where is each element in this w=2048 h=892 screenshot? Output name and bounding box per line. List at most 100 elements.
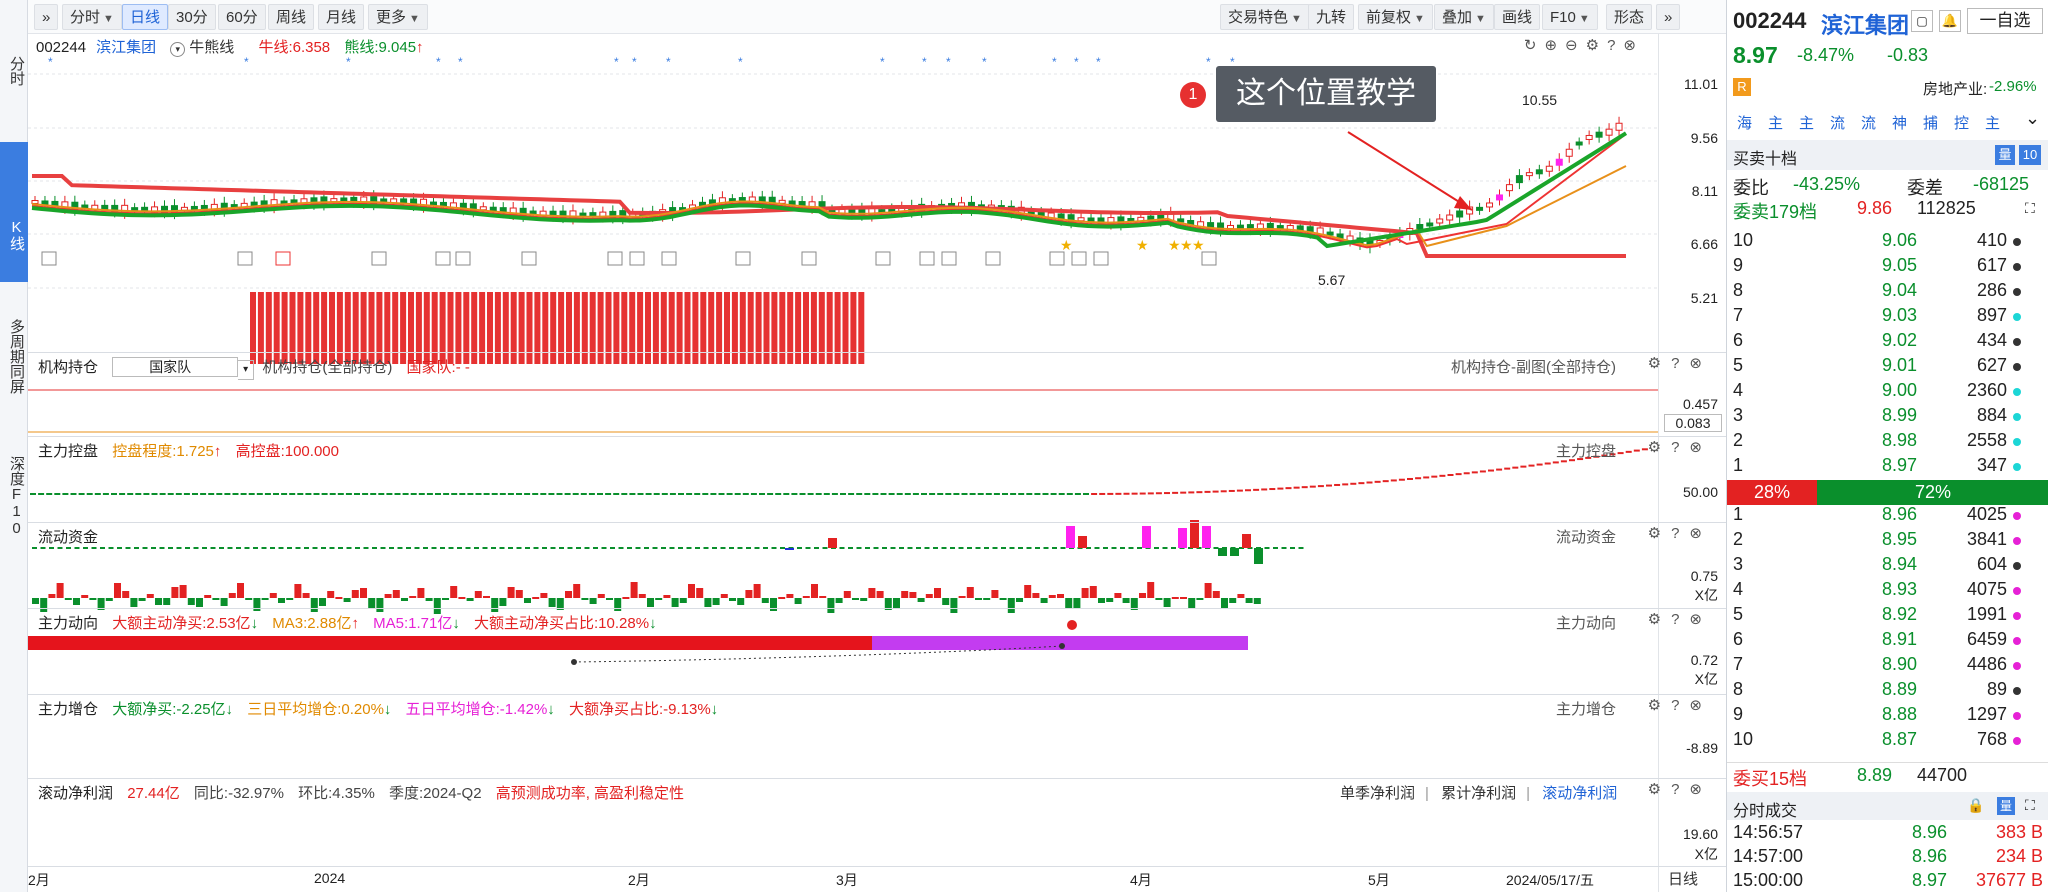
feature-tag[interactable]: 主	[1985, 112, 2000, 133]
star-icon: ★	[1180, 237, 1193, 253]
expand-icon[interactable]: ⛶	[2025, 200, 2035, 217]
bid-level-row[interactable]: 7 8.90 4486	[1727, 654, 2048, 679]
gear-icon[interactable]: ⚙	[1648, 439, 1671, 456]
ask-level-row[interactable]: 5 9.01 627	[1727, 355, 2048, 380]
help-icon[interactable]: ?	[1671, 781, 1689, 798]
close-icon[interactable]: ⊗	[1689, 355, 1712, 372]
gear-icon[interactable]: ⚙	[1648, 355, 1671, 372]
bell-icon[interactable]: 🔔	[1939, 10, 1961, 32]
refresh-icon[interactable]: ↻	[1524, 37, 1545, 54]
plus-icon[interactable]: ⊕	[1544, 37, 1565, 54]
gear-icon[interactable]: ⚙	[1648, 611, 1671, 628]
ask-level-row[interactable]: 3 8.99 884	[1727, 405, 2048, 430]
chevron-down-icon[interactable]: ▾	[238, 360, 255, 380]
bid-level-row[interactable]: 3 8.94 604	[1727, 554, 2048, 579]
close-icon[interactable]: ⊗	[1689, 781, 1712, 798]
increase-bar	[958, 596, 966, 598]
feature-tag[interactable]: 主	[1768, 112, 1783, 133]
bid-level-row[interactable]: 9 8.88 1297	[1727, 704, 2048, 729]
increase-bar	[606, 598, 613, 600]
toolbar-right-button-6[interactable]: 形态	[1606, 4, 1653, 30]
feature-tag[interactable]: 控	[1954, 112, 1969, 133]
bid-level-row[interactable]: 1 8.96 4025	[1727, 504, 2048, 529]
help-icon[interactable]: ?	[1671, 611, 1689, 628]
bid-level-row[interactable]: 6 8.91 6459	[1727, 629, 2048, 654]
holding-select[interactable]: 国家队	[112, 357, 239, 377]
toolbar-right-button-2[interactable]: 前复权 ▼	[1358, 4, 1433, 30]
chart-canvas[interactable]: * * * * * * * * * * * * * * * * * *★ ★ ★ ★ ★	[28, 34, 1726, 892]
bid-level-row[interactable]: 5 8.92 1991	[1727, 604, 2048, 629]
ask-level-row[interactable]: 7 9.03 897	[1727, 305, 2048, 330]
nav-tab-timeshare[interactable]: 分时	[0, 48, 28, 94]
feature-tag[interactable]: 主	[1799, 112, 1814, 133]
dropdown-icon[interactable]: ▢	[1911, 10, 1933, 32]
toolbar-right-button-5[interactable]: F10 ▼	[1542, 4, 1598, 30]
ask-level-row[interactable]: 8 9.04 286	[1727, 280, 2048, 305]
increase-bar	[589, 598, 597, 604]
toolbar-left-button-3[interactable]: 30分	[168, 4, 216, 30]
profit-tab-single[interactable]: 单季净利润	[1340, 785, 1415, 802]
feature-tag[interactable]: 流	[1861, 112, 1876, 133]
toolbar-left-button-2[interactable]: 日线	[122, 4, 169, 30]
close-icon[interactable]: ⊗	[1689, 611, 1712, 628]
help-icon[interactable]: ?	[1671, 697, 1689, 714]
indicator-select[interactable]: ▾ 牛熊线	[170, 39, 244, 57]
profit-tab-rolling[interactable]: 滚动净利润	[1542, 785, 1617, 802]
toolbar-right-button-4[interactable]: 画线	[1494, 4, 1541, 30]
toolbar-left-button-7[interactable]: 更多 ▼	[368, 4, 428, 30]
minus-icon[interactable]: ⊖	[1565, 37, 1586, 54]
qty-level-count[interactable]: 10	[2019, 145, 2041, 165]
close-icon[interactable]: ⊗	[1689, 525, 1712, 542]
help-icon[interactable]: ?	[1671, 355, 1689, 372]
ask-level-row[interactable]: 6 9.02 434	[1727, 330, 2048, 355]
help-icon[interactable]: ?	[1671, 439, 1689, 456]
lock-icon[interactable]: 🔒	[1967, 797, 1984, 814]
feature-tag[interactable]: 神	[1892, 112, 1907, 133]
ask-level-row[interactable]: 1 8.97 347	[1727, 455, 2048, 480]
ask-level-row[interactable]: 9 9.05 617	[1727, 255, 2048, 280]
qty-icon[interactable]: 量	[1997, 797, 2015, 815]
feature-tag[interactable]: 捕	[1923, 112, 1938, 133]
feature-tag[interactable]: 海	[1737, 112, 1752, 133]
toolbar-left-button-6[interactable]: 月线	[318, 4, 365, 30]
feature-tag[interactable]: 流	[1830, 112, 1845, 133]
profit-tab-cumulative[interactable]: 累计净利润	[1441, 785, 1516, 802]
holding-bar	[502, 292, 509, 364]
period-label[interactable]: 日线	[1668, 868, 1698, 889]
nav-tab-deep-f10[interactable]: 深度F10	[0, 436, 28, 556]
gear-icon[interactable]: ⚙	[1648, 697, 1671, 714]
ask-level-row[interactable]: 2 8.98 2558	[1727, 430, 2048, 455]
level-number: 7	[1733, 654, 1744, 674]
self-select-button[interactable]: 一自选	[1967, 8, 2043, 34]
bid-level-row[interactable]: 8 8.89 89	[1727, 679, 2048, 704]
gear-icon[interactable]: ⚙	[1648, 525, 1671, 542]
increase-bar	[630, 582, 638, 598]
toolbar-right-button-0[interactable]: 交易特色 ▼	[1220, 4, 1310, 30]
qty-toggle[interactable]: 量	[1995, 145, 2015, 165]
toolbar-left-button-1[interactable]: 分时 ▼	[62, 4, 122, 30]
bid-level-row[interactable]: 10 8.87 768	[1727, 729, 2048, 754]
ask-level-row[interactable]: 4 9.00 2360	[1727, 380, 2048, 405]
help-icon[interactable]: ?	[1607, 37, 1623, 54]
ask-level-row[interactable]: 10 9.06 410	[1727, 230, 2048, 255]
toolbar-right-button-1[interactable]: 九转	[1308, 4, 1355, 30]
toolbar-left-button-5[interactable]: 周线	[268, 4, 315, 30]
close-icon[interactable]: ⊗	[1689, 697, 1712, 714]
nav-tab-multi-period[interactable]: 多周期同屏	[0, 296, 28, 416]
gear-icon[interactable]: ⚙	[1586, 37, 1607, 54]
toolbar-right-button-3[interactable]: 叠加 ▼	[1434, 4, 1494, 30]
bid-level-row[interactable]: 2 8.95 3841	[1727, 529, 2048, 554]
expand-icon[interactable]: ⛶	[2025, 797, 2035, 814]
close-icon[interactable]: ⊗	[1689, 439, 1712, 456]
toolbar-right-button-7[interactable]: »	[1656, 4, 1681, 30]
gear-icon[interactable]: ⚙	[1648, 781, 1671, 798]
event-marker	[1201, 251, 1217, 266]
toolbar-left-button-4[interactable]: 60分	[218, 4, 266, 30]
toolbar-left-button-0[interactable]: »	[34, 4, 59, 30]
chevron-down-icon[interactable]: ⌄	[2025, 108, 2040, 129]
level-number: 5	[1733, 355, 1744, 375]
nav-tab-kline[interactable]: K线	[0, 142, 28, 282]
bid-level-row[interactable]: 4 8.93 4075	[1727, 579, 2048, 604]
help-icon[interactable]: ?	[1671, 525, 1689, 542]
close-icon[interactable]: ⊗	[1623, 37, 1644, 54]
